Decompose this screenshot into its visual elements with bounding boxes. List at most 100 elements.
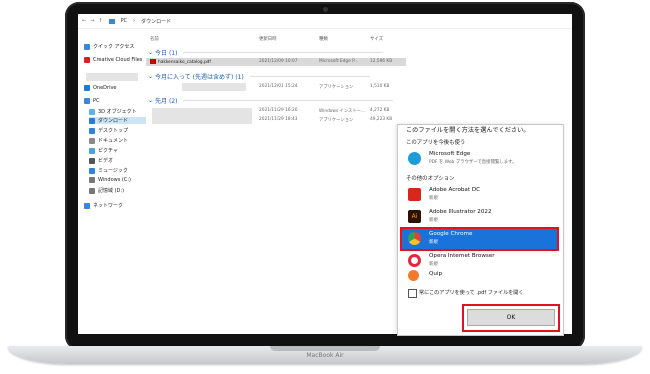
creative-cloud-icon (84, 57, 90, 63)
always-use-checkbox[interactable] (408, 289, 417, 298)
network-icon (84, 202, 90, 209)
sidebar-item-storage-d[interactable]: 記憶域 (D:) (89, 187, 124, 194)
sidebar-label: ダウンロード (98, 118, 129, 124)
file-date: 2021/12/09 10:07 (259, 59, 298, 64)
app-option-illustrator[interactable]: Ai Adobe Illustrator 2022 新規 (402, 207, 557, 227)
sidebar-item-network[interactable]: ネットワーク (84, 202, 123, 209)
breadcrumb-sep: › (133, 18, 136, 24)
sidebar-item-downloads[interactable]: ダウンロード (89, 117, 146, 124)
sidebar-label: Creative Cloud Files (93, 57, 143, 63)
up-icon[interactable]: ↑ (98, 18, 102, 24)
sidebar-item-onedrive[interactable]: OneDrive (84, 85, 117, 91)
sidebar-item-quick-access[interactable]: クイック アクセス (84, 43, 134, 50)
file-date: 2021/11/29 16:20 (259, 108, 298, 113)
table-row[interactable]: 2021/11/29 16:20 Windows インストー... 4,272 … (146, 107, 406, 115)
breadcrumb-pc[interactable]: PC (121, 18, 128, 24)
app-desc: 新規 (429, 218, 438, 223)
sidebar-label: クイック アクセス (93, 44, 135, 50)
sidebar-label: Windows (C:) (98, 177, 131, 183)
app-name: Microsoft Edge (429, 151, 471, 157)
download-icon (89, 117, 95, 124)
group-label: 先月 (2) (155, 98, 178, 105)
column-header-type[interactable]: 種類 (319, 36, 328, 42)
music-icon (89, 167, 95, 174)
sidebar-label: PC (93, 98, 100, 104)
column-header-size[interactable]: サイズ (370, 36, 383, 42)
file-type: アプリケーション (319, 85, 354, 90)
file-type: Windows インストー... (319, 109, 366, 114)
picture-icon (89, 147, 95, 154)
chrome-icon (408, 232, 421, 245)
drive-icon (89, 177, 95, 183)
laptop-notch (270, 346, 380, 351)
chevron-down-icon: ⌄ (148, 73, 154, 80)
sidebar-label: ピクチャ (98, 148, 118, 154)
app-option-acrobat[interactable]: Adobe Acrobat DC 新規 (402, 185, 557, 205)
cloud-icon (84, 85, 90, 91)
sidebar-item-pc[interactable]: PC (84, 98, 100, 104)
group-this-month[interactable]: ⌄ 今月に入って (先週は含めず) (1) (148, 72, 370, 81)
chevron-down-icon: ⌄ (148, 49, 154, 56)
sidebar-label: 記憶域 (D:) (98, 188, 125, 194)
sidebar-item-pictures[interactable]: ピクチャ (89, 147, 118, 154)
forward-icon[interactable]: → (90, 18, 94, 24)
app-option-opera[interactable]: Opera Internet Browser 新規 (402, 251, 557, 271)
acrobat-icon (408, 188, 421, 201)
drive-icon (89, 187, 95, 194)
breadcrumb-downloads[interactable]: ダウンロード (141, 18, 171, 25)
group-last-month[interactable]: ⌄ 先月 (2) (148, 96, 394, 105)
column-header-name[interactable]: 名前 (150, 36, 159, 42)
group-label: 今日 (1) (155, 50, 178, 57)
file-type: アプリケーション (319, 118, 354, 123)
sidebar-label: ビデオ (98, 158, 114, 164)
file-size: 12,596 KB (370, 59, 393, 64)
sidebar-item-videos[interactable]: ビデオ (89, 157, 113, 164)
desktop-icon (89, 127, 95, 134)
column-header-date[interactable]: 更新日時 (259, 36, 277, 42)
divider (183, 100, 394, 101)
app-option-chrome[interactable]: Google Chrome 新規 (400, 227, 559, 251)
file-size: 4,272 KB (370, 108, 390, 113)
file-name-text: hakkensaiko_catalog.pdf (158, 60, 211, 65)
sidebar-item-3d[interactable]: 3D オブジェクト (89, 108, 137, 115)
open-with-dialog: このファイルを開く方法を選んでください。 このアプリを今後も使う Microso… (397, 124, 564, 336)
ok-button[interactable]: OK (467, 309, 555, 326)
quip-icon (408, 270, 419, 281)
file-size: 1,510 KB (370, 84, 390, 89)
sidebar-item-creative-cloud[interactable]: Creative Cloud Files (84, 57, 142, 63)
sidebar-item-windows-c[interactable]: Windows (C:) (89, 177, 131, 183)
table-row[interactable]: 2021/12/01 15:24 アプリケーション 1,510 KB (146, 83, 406, 91)
table-row[interactable]: hakkensaiko_catalog.pdf 2021/12/09 10:07… (146, 58, 406, 66)
sidebar-item-desktop[interactable]: デスクトップ (89, 127, 128, 134)
app-name: Adobe Acrobat DC (429, 187, 481, 193)
sidebar-label: OneDrive (93, 85, 117, 91)
app-desc: 新規 (429, 240, 438, 245)
sidebar-item-music[interactable]: ミュージック (89, 167, 128, 174)
divider (183, 52, 384, 53)
chevron-down-icon: ⌄ (148, 97, 154, 104)
app-option-edge[interactable]: Microsoft Edge PDF を Web ブラウザーで直接閲覧します。 (402, 149, 557, 169)
file-date: 2021/12/01 15:24 (259, 84, 298, 89)
app-desc: PDF を Web ブラウザーで直接閲覧します。 (429, 160, 517, 165)
group-today[interactable]: ⌄ 今日 (1) (148, 48, 384, 57)
divider (249, 76, 370, 77)
app-name: Quip (429, 271, 443, 277)
table-row[interactable]: 2021/11/29 18:43 アプリケーション 49,223 KB (146, 116, 406, 124)
app-name: Adobe Illustrator 2022 (429, 209, 492, 215)
sidebar-label: ドキュメント (98, 138, 129, 144)
opera-icon (408, 254, 421, 267)
blurred-item (86, 73, 138, 81)
file-size: 49,223 KB (370, 117, 393, 122)
back-icon[interactable]: ← (82, 18, 86, 24)
sidebar: クイック アクセス Creative Cloud Files OneDrive … (78, 30, 146, 334)
sidebar-label: 3D オブジェクト (98, 109, 137, 115)
always-use-heading: このアプリを今後も使う (406, 140, 466, 146)
app-option-quip[interactable]: Quip (402, 269, 557, 283)
star-icon (84, 43, 90, 50)
sidebar-item-documents[interactable]: ドキュメント (89, 137, 128, 144)
group-label: 今月に入って (先週は含めず) (1) (155, 74, 244, 81)
app-desc: 新規 (429, 262, 438, 267)
laptop-brand: MacBook Air (306, 352, 344, 359)
app-name: Google Chrome (429, 231, 473, 237)
address-bar[interactable]: ← → ↑ PC › ダウンロード (78, 14, 572, 29)
